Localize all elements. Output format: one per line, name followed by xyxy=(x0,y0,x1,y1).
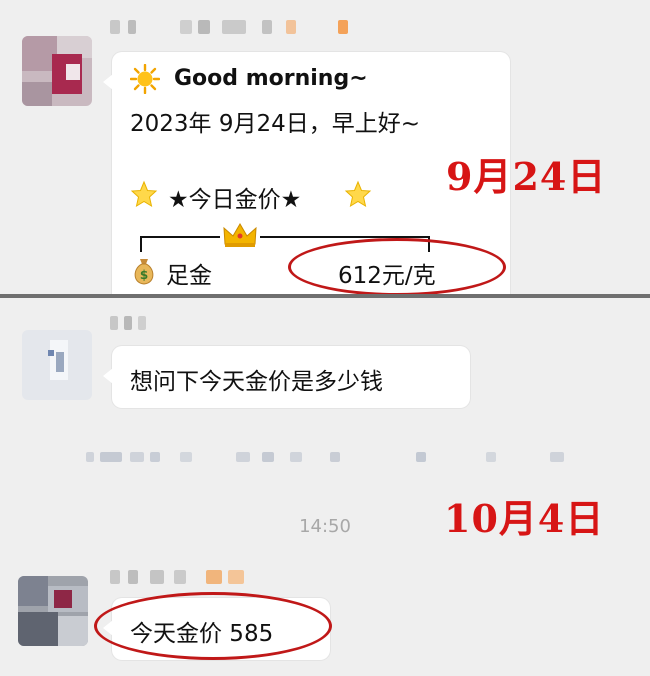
chat-panel-top: Good morning~ 2023年 9月24日，早上好~ ★今日金价★ $ … xyxy=(0,0,650,294)
reply-highlight-circle xyxy=(94,592,332,660)
item-label: 足金 xyxy=(166,263,212,289)
frame-line-left xyxy=(140,236,220,238)
money-bag-icon: $ xyxy=(134,259,154,285)
date-annotation-top: 9月24日 xyxy=(446,154,607,199)
svg-text:$: $ xyxy=(140,268,148,282)
star-icon xyxy=(344,180,372,208)
sun-icon xyxy=(130,64,160,94)
message-timestamp: 14:50 xyxy=(299,516,351,537)
date-greeting-line: 2023年 9月24日，早上好~ xyxy=(130,111,421,137)
star-icon xyxy=(130,180,158,208)
frame-line-left-tick xyxy=(140,236,142,252)
sender-name-blurred xyxy=(110,20,370,34)
price-title: ★今日金价★ xyxy=(168,187,302,213)
crown-icon xyxy=(223,223,257,247)
sender-name-blurred xyxy=(110,316,170,330)
avatar[interactable] xyxy=(18,576,88,646)
question-text: 想问下今天金价是多少钱 xyxy=(130,369,383,395)
sender-name-blurred xyxy=(110,570,280,584)
price-highlight-circle xyxy=(288,238,506,294)
avatar[interactable] xyxy=(22,330,92,400)
avatar[interactable] xyxy=(22,36,92,106)
greeting-text: Good morning~ xyxy=(174,66,368,91)
